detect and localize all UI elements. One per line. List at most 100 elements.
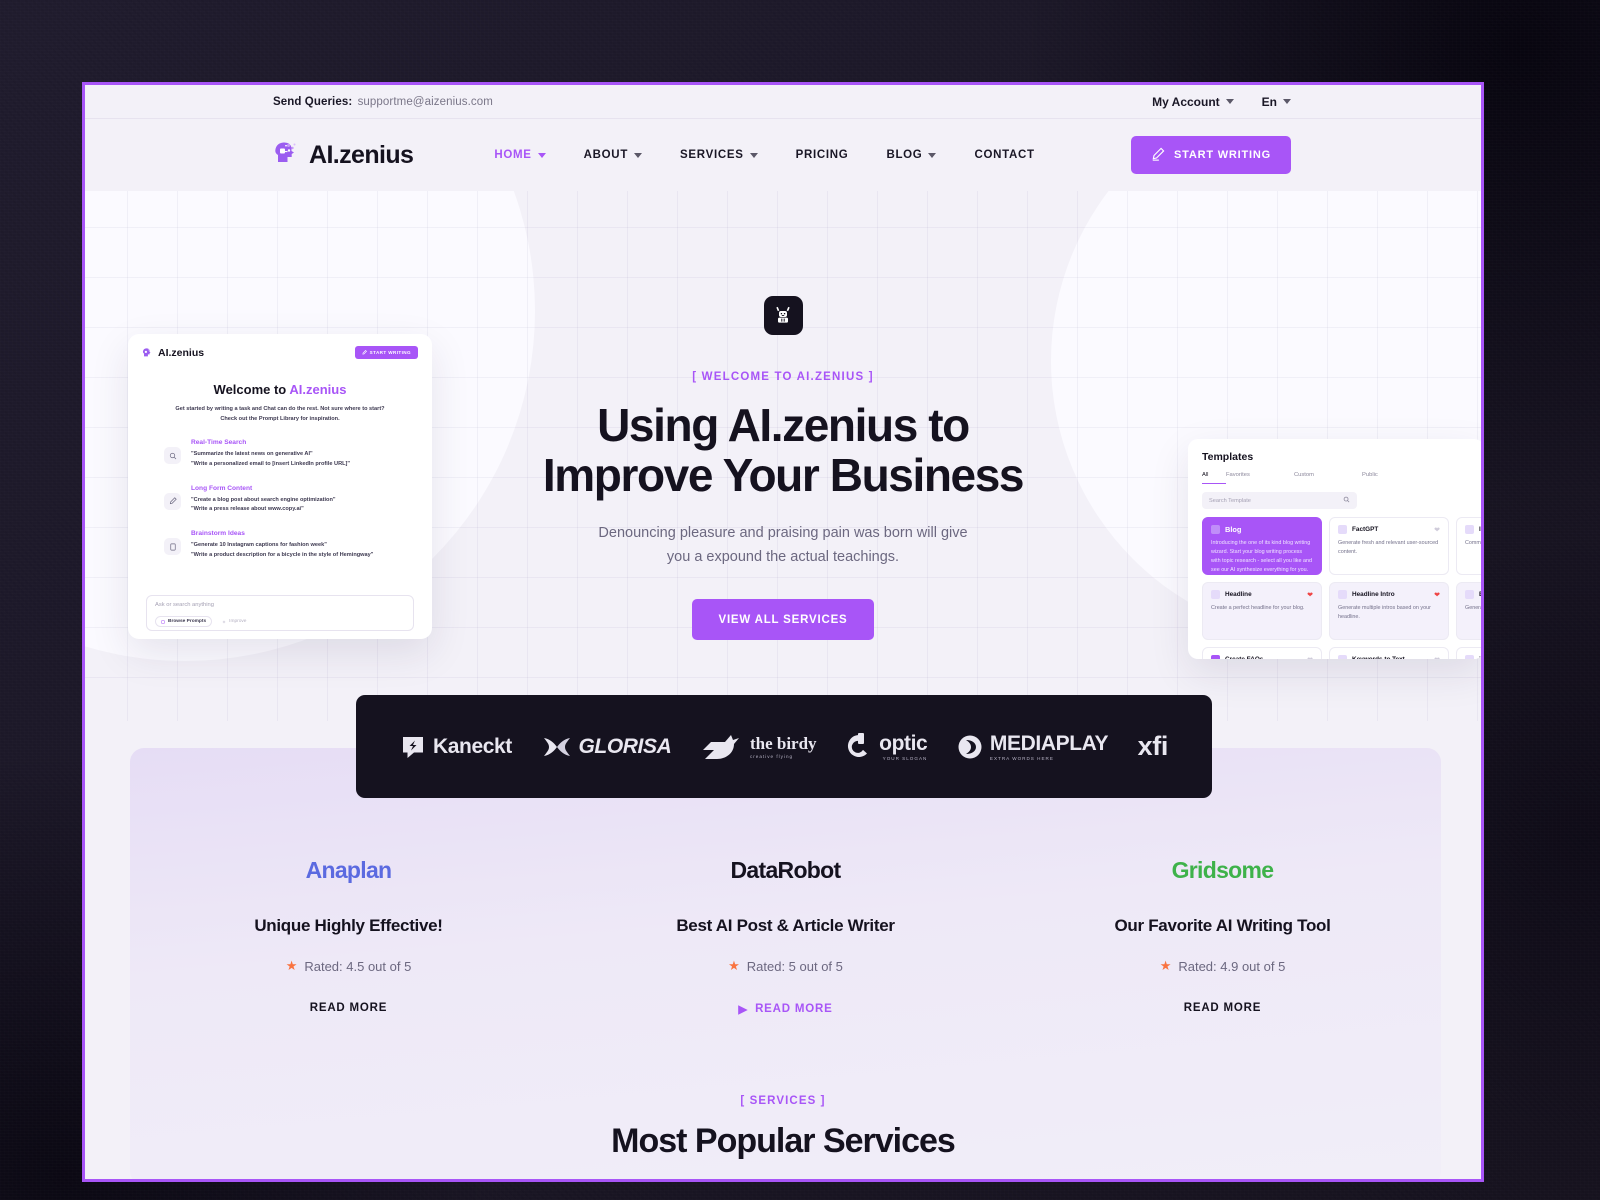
- list-item[interactable]: Long Form Content "Create a blog post ab…: [164, 485, 418, 516]
- template-card-instant[interactable]: Instant Comm per your: [1456, 517, 1481, 575]
- services-title: Most Popular Services: [611, 1122, 956, 1160]
- view-all-services-button[interactable]: VIEW ALL SERVICES: [692, 599, 874, 641]
- ai-head-logo-icon: [273, 139, 300, 171]
- logo-label: Gridsome: [1171, 856, 1274, 883]
- review-rating: ★ Rated: 4.9 out of 5: [1004, 958, 1441, 974]
- anaplan-logo: Anaplan: [130, 848, 567, 892]
- template-icon: [1211, 525, 1220, 534]
- nav-item-contact[interactable]: CONTACT: [955, 149, 1053, 161]
- review-card-gridsome: Gridsome Our Favorite AI Writing Tool ★ …: [1004, 848, 1441, 1016]
- template-description: Generate headline: [1465, 605, 1481, 611]
- nav-item-label: CONTACT: [974, 149, 1035, 161]
- logo-label: GLORISA: [578, 734, 672, 758]
- main-navbar: AI.zenius HOME ABOUT SERVICES PRICING BL…: [85, 119, 1481, 191]
- send-queries-label: Send Queries:: [273, 95, 353, 108]
- chevron-down-icon: [928, 152, 937, 158]
- start-writing-label: START WRITING: [1174, 149, 1271, 161]
- read-more-button[interactable]: ▶ READ MORE: [567, 1002, 1004, 1016]
- list-item[interactable]: Brainstorm Ideas "Generate 10 Instagram …: [164, 530, 418, 561]
- logo-mediaplay: MEDIAPLAY EXTRA WORDS HERE: [957, 732, 1108, 761]
- robot-mascot-icon: [763, 296, 803, 335]
- nav-item-label: ABOUT: [583, 149, 629, 161]
- template-icon: [1338, 590, 1347, 599]
- nav-item-services[interactable]: SERVICES: [661, 149, 777, 161]
- chevron-down-icon: [1225, 99, 1234, 104]
- review-rating-text: Rated: 4.5 out of 5: [304, 958, 412, 974]
- browse-prompts-chip[interactable]: Browse Prompts: [155, 616, 213, 627]
- template-name: Headline Intro: [1352, 591, 1395, 598]
- play-arrow-icon: ▶: [738, 1004, 749, 1016]
- templates-panel[interactable]: Templates All Favorites Custom Public Se…: [1188, 439, 1481, 659]
- template-card-keywords-to-text[interactable]: Keywords to Text ❤ Generate text based o…: [1329, 647, 1449, 659]
- logo-text-block: MEDIAPLAY EXTRA WORDS HERE: [989, 732, 1109, 761]
- start-writing-button[interactable]: START WRITING: [1131, 136, 1291, 174]
- logo-glorisa: GLORISA: [542, 734, 672, 760]
- template-icon: [1338, 655, 1347, 659]
- template-icon: [1211, 590, 1220, 599]
- chat-card-input[interactable]: Ask or search anything Browse Prompts Im…: [146, 595, 414, 631]
- nav-menu: HOME ABOUT SERVICES PRICING BLOG CONTACT: [475, 149, 1053, 161]
- improve-chip[interactable]: Improve: [222, 619, 246, 624]
- star-icon: ★: [728, 958, 740, 973]
- reviews-row: Anaplan Unique Highly Effective! ★ Rated…: [130, 848, 1441, 1017]
- heart-icon[interactable]: ❤: [1307, 591, 1313, 599]
- nav-item-about[interactable]: ABOUT: [565, 149, 661, 161]
- list-item[interactable]: Real-Time Search "Summarize the latest n…: [164, 439, 418, 470]
- read-more-button[interactable]: READ MORE: [1004, 1002, 1441, 1014]
- template-card-bullet[interactable]: Bull Transform: [1456, 647, 1481, 659]
- chat-preview-card[interactable]: AI.zenius START WRITING Welcome to AI.ze…: [128, 334, 432, 639]
- logo-sublabel: EXTRA WORDS HERE: [989, 756, 1054, 761]
- tab-public[interactable]: Public: [1362, 472, 1430, 484]
- templates-title: Templates: [1202, 451, 1254, 463]
- services-subtitle: Undertakes laborious physical exercise e…: [85, 1178, 1481, 1179]
- template-search-input[interactable]: Search Template: [1202, 492, 1357, 509]
- template-name: Headline: [1225, 591, 1252, 598]
- chat-card-header: AI.zenius START WRITING: [142, 346, 418, 359]
- tab-all[interactable]: All: [1202, 472, 1226, 484]
- nav-item-home[interactable]: HOME: [475, 149, 564, 161]
- pencil-icon: [1151, 147, 1165, 164]
- prompt-line: "Generate 10 Instagram captions for fash…: [191, 542, 327, 549]
- template-card-factgpt[interactable]: FactGPT ❤ Generate fresh and relevant us…: [1329, 517, 1449, 575]
- template-card-headline[interactable]: Headline ❤ Create a perfect headline for…: [1202, 582, 1322, 640]
- chat-card-start-writing-button[interactable]: START WRITING: [354, 346, 418, 359]
- read-more-button[interactable]: READ MORE: [130, 1002, 567, 1014]
- language-label: En: [1261, 94, 1277, 109]
- template-card-header: Blog: [1211, 525, 1313, 534]
- language-menu[interactable]: En: [1262, 95, 1291, 109]
- logo-label: Kaneckt: [433, 734, 512, 758]
- logo-label: the birdy: [749, 734, 817, 753]
- template-card-blog[interactable]: Blog Introducing the one of its kind blo…: [1202, 517, 1322, 575]
- tab-custom[interactable]: Custom: [1294, 472, 1362, 484]
- nav-item-blog[interactable]: BLOG: [867, 149, 955, 161]
- template-card-blog-2[interactable]: Blog Generate headline: [1456, 582, 1481, 640]
- heart-icon[interactable]: ❤: [1434, 656, 1440, 660]
- my-account-menu[interactable]: My Account: [1152, 95, 1234, 109]
- heart-icon[interactable]: ❤: [1307, 656, 1313, 660]
- review-title: Best AI Post & Article Writer: [676, 916, 895, 935]
- template-description: Generate multiple intros based on your h…: [1338, 605, 1431, 620]
- logo-label: xfi: [1137, 731, 1169, 761]
- template-card-headline-intro[interactable]: Headline Intro ❤ Generate multiple intro…: [1329, 582, 1449, 640]
- heart-icon[interactable]: ❤: [1434, 526, 1440, 534]
- services-section: [ SERVICES ] Most Popular Services Under…: [85, 1095, 1481, 1179]
- template-name: Create FAQs: [1225, 656, 1263, 659]
- review-rating: ★ Rated: 5 out of 5: [567, 958, 1004, 974]
- prompt-heading: Real-Time Search: [191, 439, 247, 446]
- template-card-create-faqs[interactable]: Create FAQs ❤ Generate a series of frequ…: [1202, 647, 1322, 659]
- heart-icon[interactable]: ❤: [1434, 591, 1440, 599]
- tab-favorites[interactable]: Favorites: [1226, 472, 1294, 484]
- pencil-icon: [164, 492, 181, 510]
- brand-logo[interactable]: AI.zenius: [273, 139, 414, 171]
- chat-card-welcome-prefix: Welcome to: [213, 382, 290, 397]
- logo-sublabel: creative flying: [749, 754, 794, 759]
- support-email[interactable]: supportme@aizenius.com: [358, 96, 493, 108]
- prompt-line: "Create a blog post about search engine …: [191, 496, 336, 503]
- review-rating: ★ Rated: 4.5 out of 5: [130, 958, 567, 974]
- template-description: Create a perfect headline for your blog.: [1211, 605, 1305, 611]
- template-name: Blog: [1225, 525, 1242, 534]
- template-card-header: Headline Intro ❤: [1338, 590, 1440, 599]
- template-name: Keywords to Text: [1352, 656, 1405, 659]
- nav-item-pricing[interactable]: PRICING: [777, 149, 868, 161]
- prompt-line: "Write a press release about www.copy.ai…: [191, 506, 304, 513]
